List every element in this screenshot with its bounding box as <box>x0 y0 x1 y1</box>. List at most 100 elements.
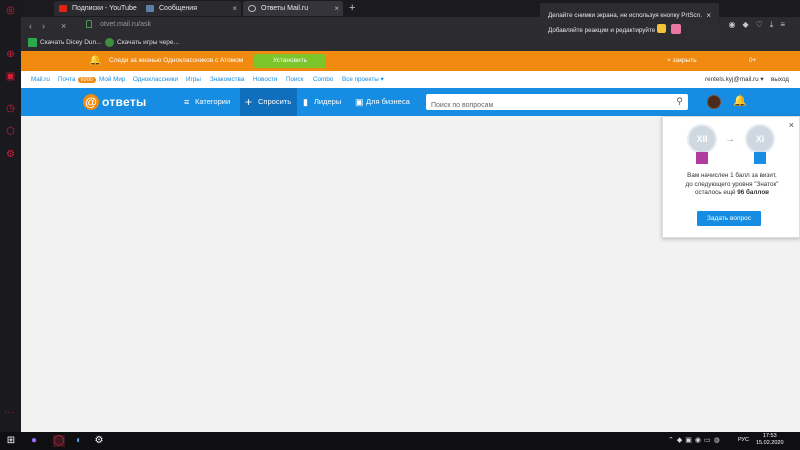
more-icon[interactable]: ··· <box>4 408 15 417</box>
vk-icon <box>146 5 154 12</box>
tab-youtube[interactable]: Подписки - YouTube × <box>54 1 154 16</box>
new-tab-button[interactable]: + <box>349 0 355 16</box>
list-icon: ≡ <box>184 97 190 107</box>
level-popup: × XII → XI Вам начислен 1 балл за визит,… <box>662 116 800 238</box>
close-icon[interactable]: × <box>789 120 794 130</box>
portal-link-all[interactable]: Все проекты ▾ <box>342 76 384 83</box>
bookmark-icon <box>105 38 114 47</box>
portal-link-mailru[interactable]: Mail.ru <box>31 76 50 83</box>
avatar[interactable] <box>707 95 721 109</box>
extensions-icon[interactable]: ⬡ <box>4 125 17 138</box>
steam-icon[interactable]: ◐ <box>73 435 85 447</box>
history-icon[interactable]: ◷ <box>4 102 17 115</box>
search-input[interactable] <box>426 97 656 114</box>
clock-time: 17:53 <box>762 433 777 439</box>
shield-icon[interactable]: ◆ <box>742 20 755 29</box>
tab-title: Ответы Mail.ru <box>261 5 309 12</box>
nav-label: Категории <box>195 97 231 106</box>
mail-count-badge: 6000 <box>77 77 96 83</box>
nav-ask[interactable]: + Спросить <box>240 88 297 116</box>
youtube-icon <box>59 5 67 12</box>
promo-banner: 🔔 Следи за жизнью Одноклассников с Атомо… <box>21 51 800 71</box>
language-indicator[interactable]: РУС <box>738 437 749 443</box>
settings-icon[interactable]: ⚙ <box>4 148 17 161</box>
nav-label: Спросить <box>258 97 292 106</box>
ribbon-icon <box>754 152 766 164</box>
nav-categories[interactable]: ≡ Категории <box>181 88 239 116</box>
camera-icon[interactable]: ◉ <box>728 20 742 29</box>
assistant-icon[interactable]: ● <box>28 435 40 447</box>
download-icon[interactable]: ⤓ <box>770 20 781 29</box>
url-field[interactable]: otvet.mail.ru/ask <box>100 21 151 28</box>
close-icon[interactable]: × <box>232 1 237 16</box>
portal-link-games[interactable]: Игры <box>186 76 201 83</box>
forward-icon[interactable]: › <box>42 20 45 32</box>
nav-leaders[interactable]: ▮ Лидеры <box>300 88 348 116</box>
logout-link[interactable]: выход <box>771 76 789 83</box>
opera-menu-icon[interactable]: ◎ <box>4 4 17 17</box>
portal-link-news[interactable]: Новости <box>253 76 277 83</box>
emoji-icon <box>657 24 666 33</box>
bookmark-icon <box>28 38 37 47</box>
nav-label: Для бизнеса <box>366 97 410 106</box>
ask-question-button[interactable]: Задать вопрос <box>697 211 761 226</box>
leaders-icon: ▮ <box>303 97 308 107</box>
back-icon[interactable]: ‹ <box>29 20 32 32</box>
toolbar-icons: ◉◆♡⤓≡ <box>728 20 792 30</box>
clock-date: 15.02.2020 <box>756 440 784 446</box>
windows-start-icon[interactable]: ⊞ <box>5 435 17 447</box>
arrow-right-icon: → <box>725 134 735 145</box>
promo-counter: 0+ <box>749 57 757 64</box>
system-tray-icons[interactable]: ⌃◆▣◉▭◍ <box>668 436 723 444</box>
page-content: 🔔 Следи за жизнью Одноклассников с Атомо… <box>21 51 800 432</box>
settings-icon[interactable]: ⚙ <box>93 435 105 447</box>
emoji-icon <box>671 24 681 34</box>
nav-business[interactable]: ▣ Для бизнеса <box>352 88 416 116</box>
tab-otvet[interactable]: Ответы Mail.ru × <box>243 1 343 16</box>
briefcase-icon: ▣ <box>355 97 364 107</box>
medal-icon-next: XI <box>745 124 775 154</box>
portal-link-search[interactable]: Поиск <box>286 76 303 83</box>
medal-icon-current: XII <box>687 124 717 154</box>
stop-icon[interactable]: × <box>61 20 66 32</box>
portal-menu: Mail.ru Почта 6000 Мой Мир Одноклассники … <box>21 71 800 88</box>
tab-messages[interactable]: Сообщения × <box>141 1 241 16</box>
screenshot-notification: Делайте снимки экрана, не используя кноп… <box>540 3 719 39</box>
screen: ◎ ⊕ ▣ ◷ ⬡ ⚙ ··· Подписки - YouTube × Соо… <box>0 0 800 450</box>
close-icon[interactable]: × <box>706 11 711 20</box>
tab-title: Подписки - YouTube <box>72 5 137 12</box>
portal-link-ok[interactable]: Одноклассники <box>133 76 178 83</box>
browser-sidebar: ◎ ⊕ ▣ ◷ ⬡ ⚙ ··· <box>0 0 21 432</box>
bookmark-item[interactable]: Скачать игры чере... <box>105 38 179 48</box>
ribbon-icon <box>696 152 708 164</box>
notification-line2: Добавляйте реакции и редактируйте <box>548 27 656 34</box>
promo-close-link[interactable]: × закрыть <box>667 57 697 64</box>
portal-link-mail[interactable]: Почта 6000 <box>58 76 96 83</box>
plus-icon: + <box>245 95 253 109</box>
bell-icon: 🔔 <box>89 55 102 66</box>
logo-text: ответы <box>102 95 147 109</box>
portal-link-label: Почта <box>58 76 76 83</box>
promo-text: Следи за жизнью Одноклассников с Атомом <box>109 57 244 64</box>
heart-icon[interactable]: ♡ <box>756 20 770 29</box>
opera-icon[interactable]: ◯ <box>53 435 65 447</box>
portal-link-combo[interactable]: Combo <box>313 76 333 83</box>
menu-icon[interactable]: ≡ <box>780 20 792 29</box>
install-button[interactable]: Установить <box>254 54 326 68</box>
bookmark-label: Скачать игры чере... <box>117 39 179 46</box>
notifications-bell-icon[interactable]: 🔔 <box>733 94 747 107</box>
twitch-icon[interactable]: ▣ <box>4 70 17 83</box>
user-email[interactable]: rentels.kyj@mail.ru ▾ <box>705 76 764 83</box>
portal-link-dating[interactable]: Знакомства <box>210 76 244 83</box>
popup-line: осталось ещё 96 баллов <box>669 189 795 198</box>
site-header: @ ответы ≡ Категории + Спросить ▮ Лидеры ▣ Д… <box>21 88 800 116</box>
search-icon[interactable]: ⚲ <box>676 96 683 107</box>
portal-link-mymir[interactable]: Мой Мир <box>99 76 125 83</box>
nav-label: Лидеры <box>314 97 342 106</box>
speed-dial-icon[interactable]: ⊕ <box>4 48 17 61</box>
clock[interactable]: 17:53 15.02.2020 <box>756 433 784 447</box>
bookmark-item[interactable]: Скачать Dicey Dun... <box>28 38 102 48</box>
popup-line: до следующего уровня "Знаток" <box>685 180 779 188</box>
close-icon[interactable]: × <box>334 1 339 16</box>
popup-line: Вам начислен 1 балл за визит, <box>687 172 777 179</box>
